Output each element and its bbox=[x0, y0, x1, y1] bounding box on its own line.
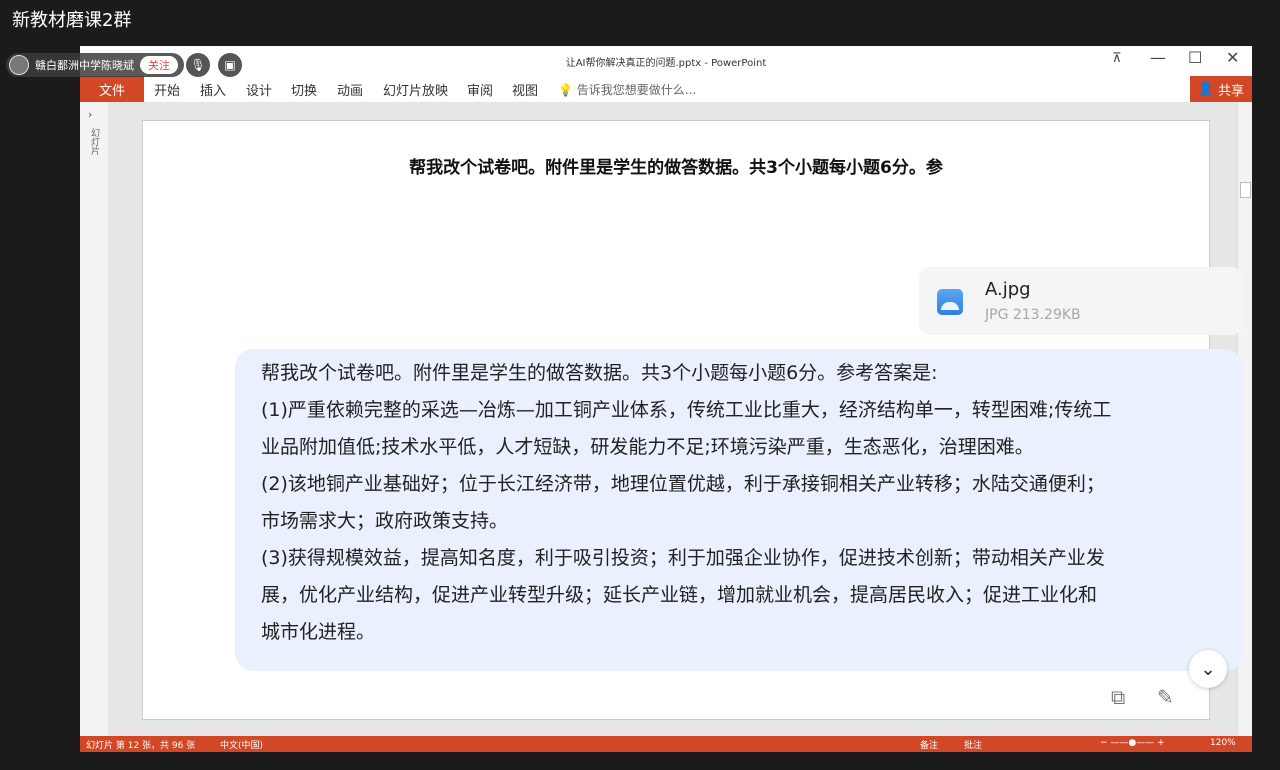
slide-heading: 帮我改个试卷吧。附件里是学生的做答数据。共3个小题每小题6分。参 bbox=[409, 158, 943, 178]
follow-button[interactable]: 关注 bbox=[140, 56, 178, 74]
message-line: (3)获得规模效益，提高知名度，利于吸引投资；利于加强企业协作，促进技术创新；带… bbox=[261, 547, 1105, 569]
tab-animations[interactable]: 动画 bbox=[337, 80, 363, 99]
presenter-badge: 赣白鄱洲中学陈晓斌 关注 bbox=[6, 53, 184, 77]
language-indicator[interactable]: 中文(中国) bbox=[220, 738, 263, 751]
copy-icon[interactable]: ⧉ bbox=[1111, 685, 1125, 709]
outer-title-bar bbox=[0, 0, 1280, 44]
avatar bbox=[9, 55, 29, 75]
user-message-bubble: 帮我改个试卷吧。附件里是学生的做答数据。共3个小题每小题6分。参考答案是: (1… bbox=[235, 349, 1243, 671]
slide-counter: 幻灯片 第 12 张，共 96 张 bbox=[86, 741, 196, 751]
tell-me-box[interactable]: 💡 告诉我您想要做什么... bbox=[558, 81, 696, 98]
image-file-icon bbox=[937, 289, 963, 315]
tab-review[interactable]: 审阅 bbox=[467, 80, 493, 99]
presenter-name: 赣白鄱洲中学陈晓斌 bbox=[35, 59, 134, 72]
document-title: 让AI帮你解决真正的问题.pptx - PowerPoint bbox=[565, 58, 767, 69]
minimize-button[interactable]: — bbox=[1150, 48, 1166, 67]
tab-design[interactable]: 设计 bbox=[246, 80, 272, 99]
attachment-card[interactable]: A.jpg JPG 213.29KB bbox=[919, 267, 1243, 335]
scroll-thumb[interactable] bbox=[1240, 182, 1251, 198]
tab-transitions[interactable]: 切换 bbox=[291, 80, 317, 99]
zoom-level[interactable]: 120% bbox=[1210, 738, 1236, 748]
screen-share-icon[interactable]: ▣ bbox=[218, 53, 242, 77]
chevron-down-icon: ⌄ bbox=[1200, 658, 1216, 680]
slide: 帮我改个试卷吧。附件里是学生的做答数据。共3个小题每小题6分。参 A.jpg J… bbox=[142, 120, 1243, 720]
message-line: 业品附加值低;技术水平低，人才短缺，研发能力不足;环境污染严重，生态恶化，治理困… bbox=[261, 436, 1034, 458]
person-icon: 👤 bbox=[1197, 81, 1215, 97]
tell-me-text: 告诉我您想要做什么... bbox=[576, 83, 697, 97]
powerpoint-window: 让AI帮你解决真正的问题.pptx - PowerPoint ⊼ — ☐ ✕ 文… bbox=[80, 46, 1252, 752]
file-name: A.jpg bbox=[985, 279, 1031, 300]
microphone-icon[interactable]: 🎙 bbox=[186, 53, 210, 77]
zoom-slider[interactable]: − ——●—— + bbox=[1100, 738, 1165, 748]
tab-view[interactable]: 视图 bbox=[512, 80, 538, 99]
thumbnails-label: 幻灯片 bbox=[89, 128, 99, 155]
share-label: 共享 bbox=[1218, 83, 1245, 99]
close-button[interactable]: ✕ bbox=[1226, 48, 1239, 67]
message-line: 市场需求大；政府政策支持。 bbox=[261, 510, 509, 532]
ribbon: 文件 开始 插入 设计 切换 动画 幻灯片放映 审阅 视图 💡 告诉我您想要做什… bbox=[80, 76, 1252, 102]
tab-home[interactable]: 开始 bbox=[154, 80, 180, 99]
scroll-down-button[interactable]: ⌄ bbox=[1189, 650, 1227, 688]
lightbulb-icon: 💡 bbox=[558, 83, 573, 97]
comments-button[interactable]: 批注 bbox=[964, 738, 982, 751]
expand-pane-icon[interactable]: › bbox=[88, 108, 92, 121]
message-line: (1)严重依赖完整的采选—冶炼—加工铜产业体系，传统工业比重大，经济结构单一，转… bbox=[261, 399, 1112, 421]
edit-icon[interactable]: ✎ bbox=[1157, 685, 1174, 709]
maximize-button[interactable]: ☐ bbox=[1188, 48, 1202, 67]
title-bar: 让AI帮你解决真正的问题.pptx - PowerPoint ⊼ — ☐ ✕ bbox=[80, 46, 1252, 76]
group-title: 新教材磨课2群 bbox=[12, 10, 132, 31]
tab-slideshow[interactable]: 幻灯片放映 bbox=[383, 80, 448, 99]
thumbnail-pane: › 幻灯片 bbox=[80, 102, 109, 736]
message-line: (2)该地铜产业基础好；位于长江经济带，地理位置优越，利于承接铜相关产业转移；水… bbox=[261, 473, 1105, 495]
tab-insert[interactable]: 插入 bbox=[200, 80, 226, 99]
message-line: 帮我改个试卷吧。附件里是学生的做答数据。共3个小题每小题6分。参考答案是: bbox=[261, 362, 938, 384]
file-meta: JPG 213.29KB bbox=[985, 307, 1081, 323]
share-button[interactable]: 👤 共享 bbox=[1190, 76, 1252, 102]
status-bar: 幻灯片 第 12 张，共 96 张 中文(中国) 备注 批注 − ——●—— +… bbox=[80, 736, 1252, 752]
tab-file[interactable]: 文件 bbox=[80, 76, 144, 102]
message-line: 展，优化产业结构，促进产业转型升级；延长产业链，增加就业机会，提高居民收入；促进… bbox=[261, 584, 1098, 606]
message-line: 城市化进程。 bbox=[261, 621, 376, 643]
notes-button[interactable]: 备注 bbox=[920, 738, 938, 751]
ribbon-display-icon[interactable]: ⊼ bbox=[1112, 51, 1122, 66]
